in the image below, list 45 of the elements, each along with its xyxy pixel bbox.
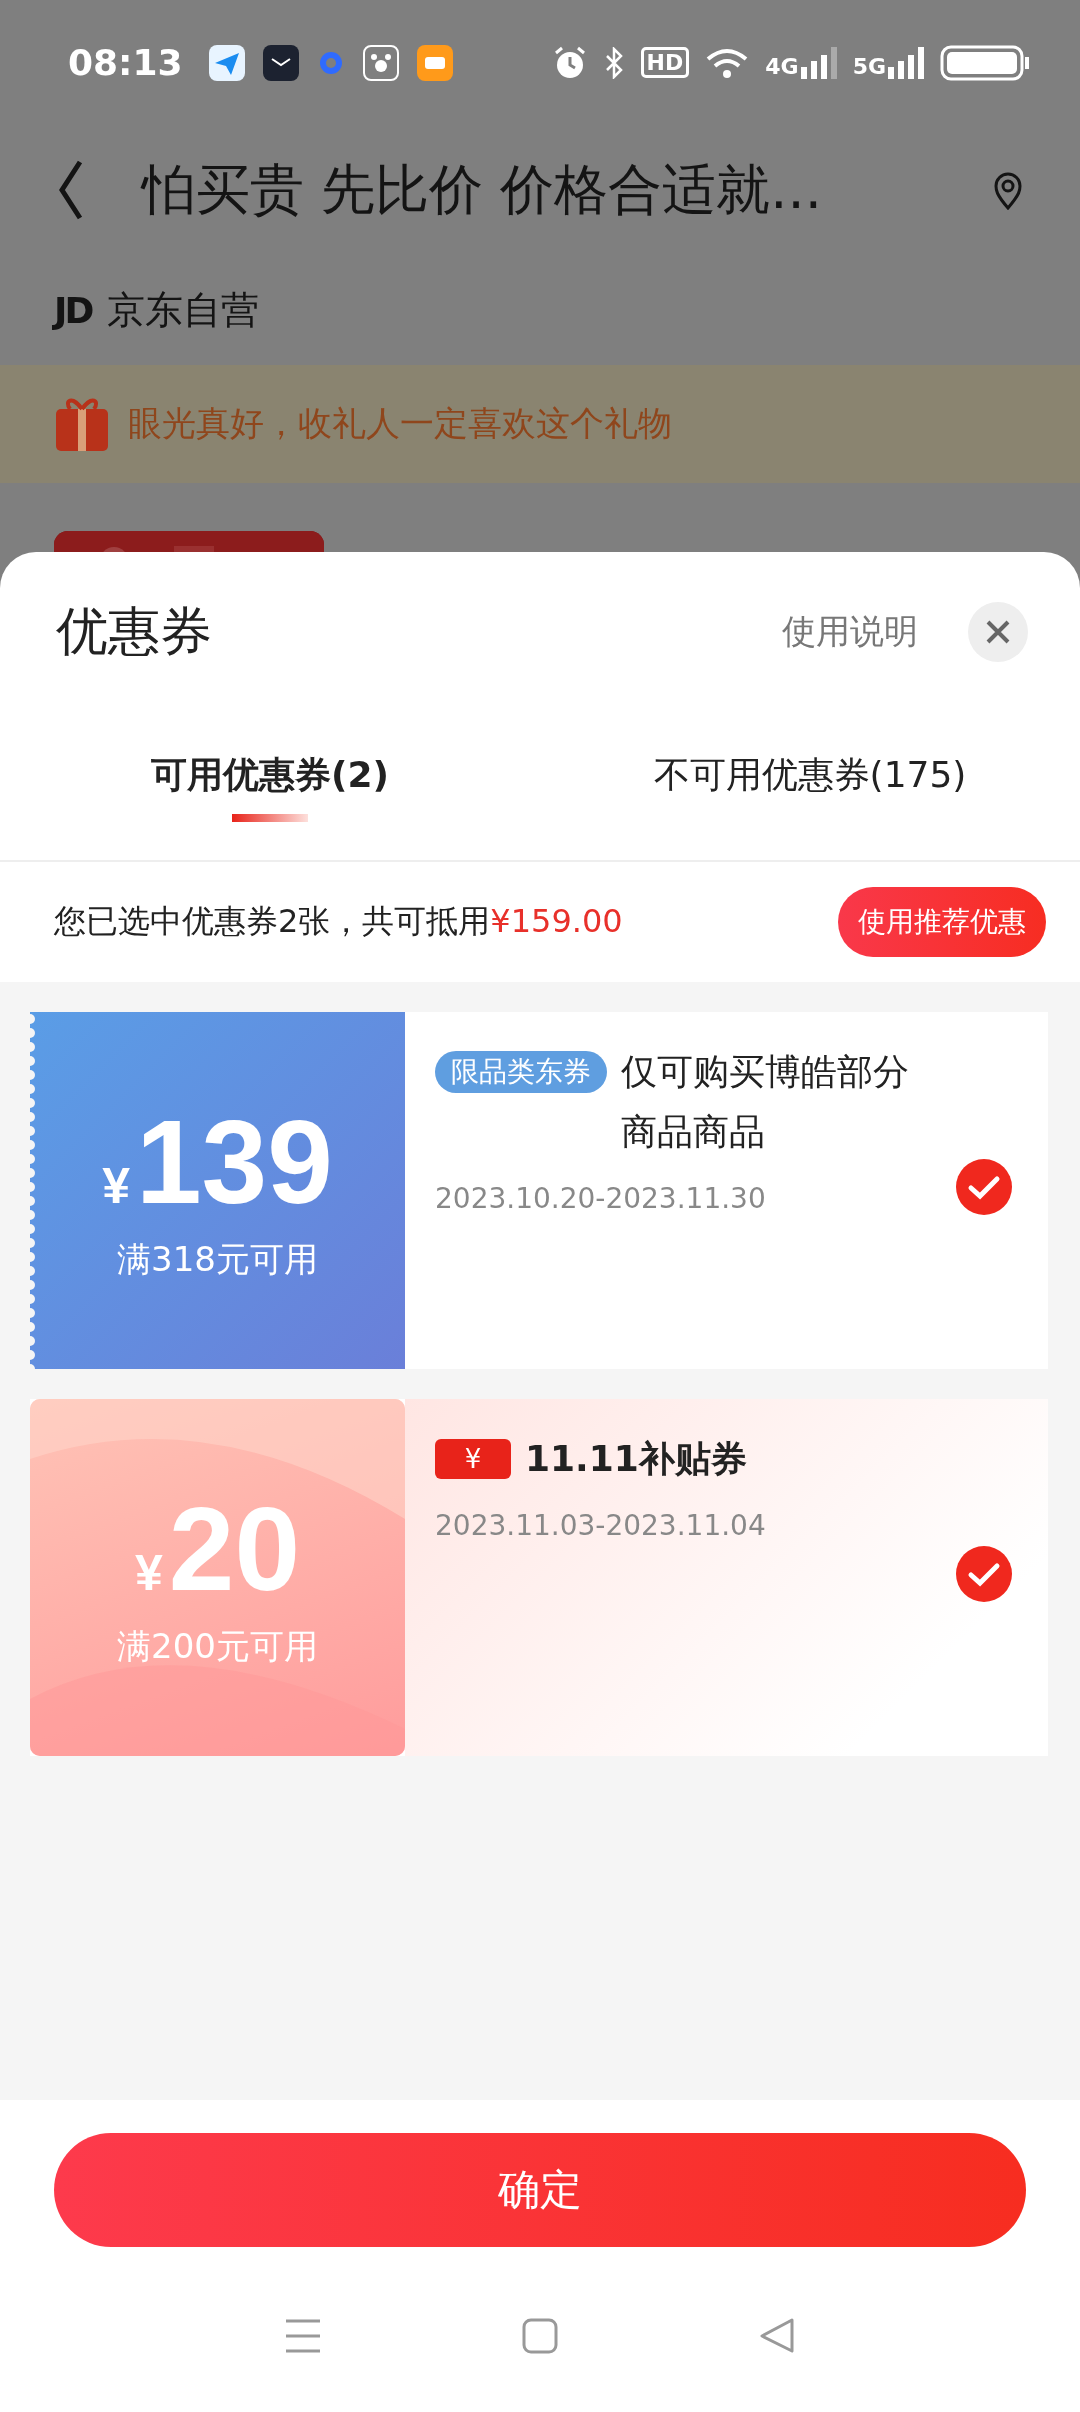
usage-help-link[interactable]: 使用说明 [782,609,918,655]
coupon-tag: 限品类东券 [435,1051,607,1093]
app-icon[interactable] [416,44,453,81]
coupon-tab[interactable]: 可用优惠券(2) [0,712,540,860]
page-title: 怕买贵 先比价 价格合适就... [142,156,823,223]
coupon-dates: 2023.11.03-2023.11.04 [435,1509,767,1542]
hd-label: HD [640,47,690,78]
close-icon [986,620,1010,644]
alarm-icon [552,45,587,80]
wifi-icon [705,46,750,79]
scalloped-edge-icon [30,1012,36,1369]
paw-icon[interactable] [362,44,399,81]
location-pin-icon[interactable] [992,170,1024,210]
confirm-button[interactable]: 确定 [54,2133,1026,2247]
coupon-amount: 20 [168,1484,301,1615]
envelope-icon[interactable] [262,44,299,81]
back-icon[interactable] [758,2317,796,2354]
use-recommended-button[interactable]: 使用推荐优惠 [838,887,1046,957]
ticket-badge: ¥ [435,1439,511,1479]
signal-icon [800,46,837,79]
network-label: 4G [765,53,799,79]
currency-symbol: ¥ [102,1156,130,1215]
currency-symbol: ¥ [134,1543,163,1602]
coupon-title: 11.11补贴券 [525,1437,747,1481]
coupon-amount: 139 [135,1097,333,1228]
paper-plane-icon[interactable] [208,44,245,81]
coupon-title: 仅可购买博皓部分商品商品 [621,1050,910,1154]
signal-icon [888,46,924,79]
coupon-dates: 2023.10.20-2023.11.30 [435,1182,767,1215]
sheet-title: 优惠券 [56,600,213,663]
gift-banner-text: 眼光真好，收礼人一定喜欢这个礼物 [128,402,672,445]
selection-summary: 您已选中优惠券2张，共可抵用¥159.00 [54,901,624,942]
store-logo: JD [54,289,92,331]
coupon-condition: 满200元可用 [117,1625,318,1669]
network-label: 5G [852,53,886,79]
battery-icon [940,44,1030,81]
checkmark-icon[interactable] [954,1157,1014,1217]
menu-icon[interactable] [284,2317,322,2354]
checkmark-icon[interactable] [954,1544,1014,1604]
clock-time: 08:13 [68,42,183,83]
home-icon[interactable] [522,2317,558,2354]
coupon-condition: 满318元可用 [117,1238,318,1282]
coupon-tab[interactable]: 不可用优惠券(175) [540,712,1080,860]
back-icon[interactable] [56,158,84,222]
store-name: 京东自营 [107,286,260,334]
